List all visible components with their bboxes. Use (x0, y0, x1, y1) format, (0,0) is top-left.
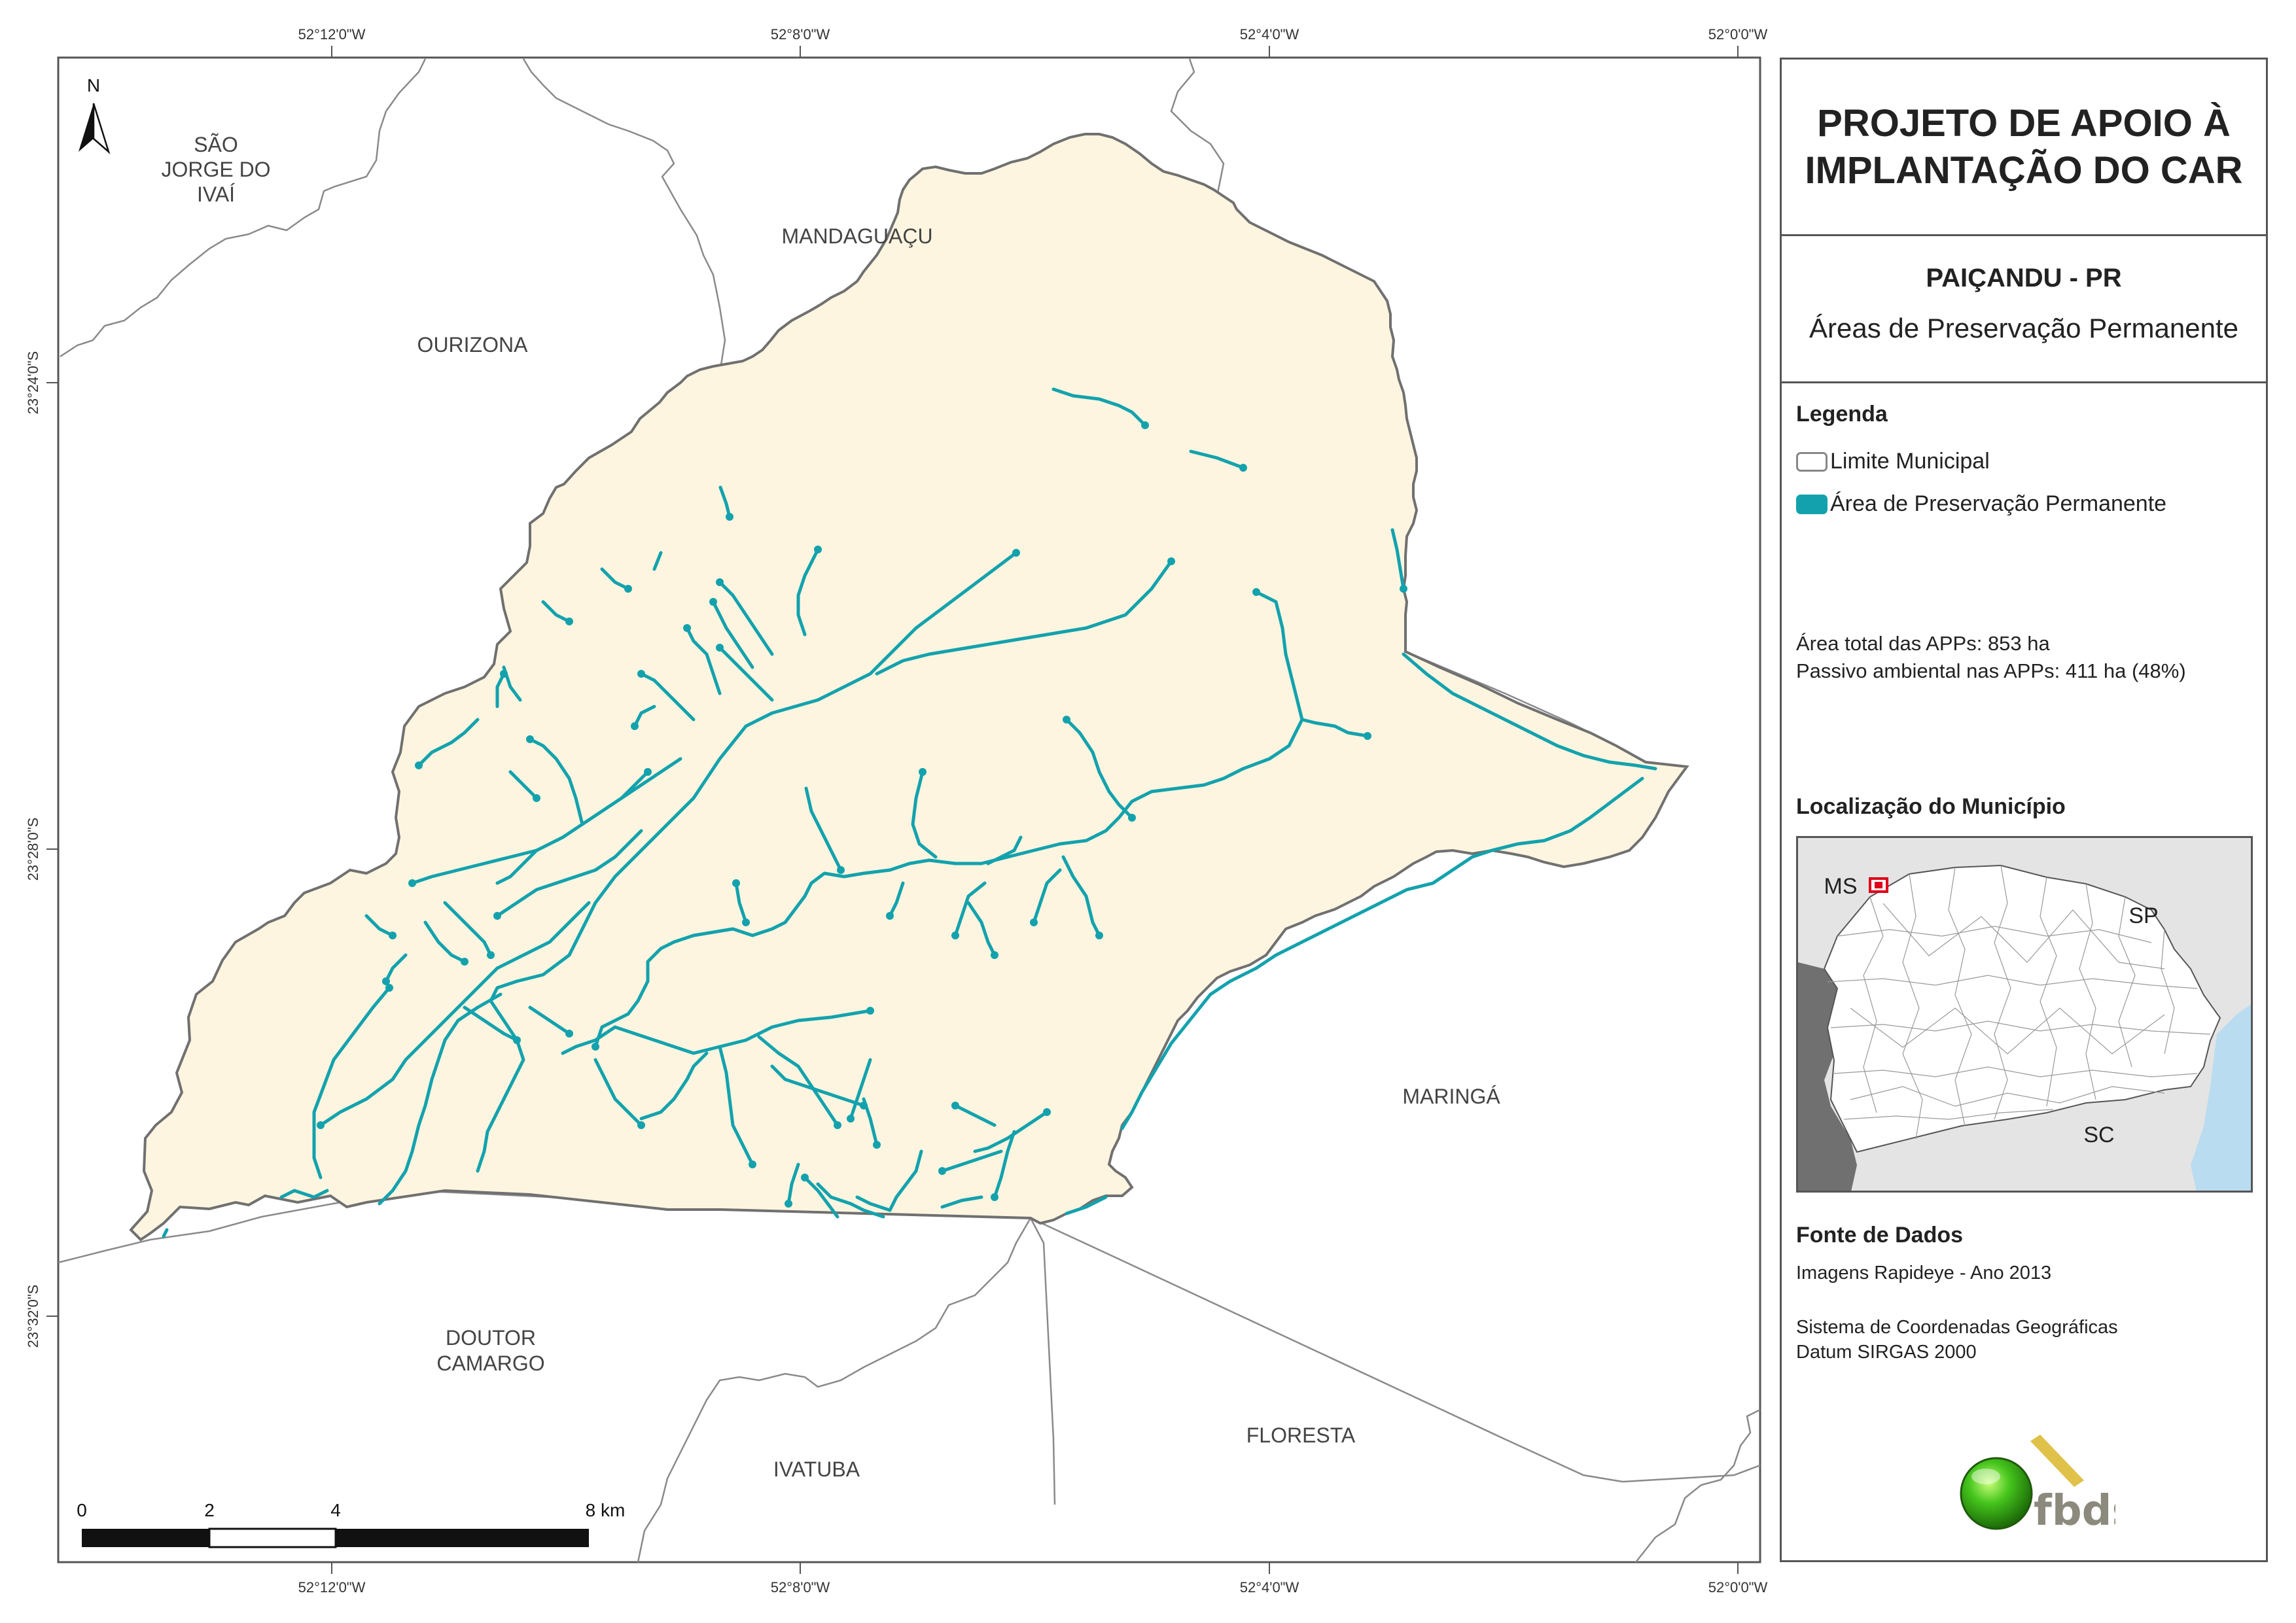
label-ms: MS (1824, 874, 1858, 899)
lat-label: 23°32'0"S (25, 1285, 41, 1348)
lat-label: 23°28'0"S (25, 818, 41, 881)
label-mandaguacu: MANDAGUAÇU (781, 224, 932, 248)
lon-label-top: 52°8'0"W (771, 26, 830, 43)
location-inset-map: MS SP SC (1796, 836, 2253, 1193)
source-line-imagery: Imagens Rapideye - Ano 2013 (1796, 1263, 2052, 1283)
parana-inset: MS SP SC (1798, 838, 2251, 1191)
label-sc: SC (2083, 1123, 2114, 1147)
label-doutor-camargo: DOUTOR (446, 1326, 536, 1350)
municipality-name: PAIÇANDU - PR (1926, 264, 2122, 292)
label-sp: SP (2128, 903, 2158, 928)
title-section: PROJETO DE APOIO À IMPLANTAÇÃO DO CAR (1782, 60, 2266, 236)
label-floresta: FLORESTA (1246, 1423, 1356, 1447)
label-maringa: MARINGÁ (1402, 1085, 1500, 1108)
scale-label-4: 4 (330, 1500, 341, 1520)
label-doutor-camargo: CAMARGO (436, 1352, 544, 1375)
lat-label: 23°24'0"S (25, 351, 41, 415)
boundary-swatch-icon (1796, 451, 1828, 472)
scale-label-2: 2 (204, 1500, 215, 1520)
svg-text:N: N (87, 75, 100, 96)
scale-label-0: 0 (77, 1500, 87, 1520)
map-theme: Áreas de Preservação Permanente (1809, 313, 2239, 343)
lon-label-top: 52°4'0"W (1240, 26, 1299, 43)
lon-label-bottom: 52°4'0"W (1240, 1579, 1299, 1596)
lon-label-top: 52°12'0"W (298, 26, 366, 43)
label-ourizona: OURIZONA (417, 333, 529, 357)
legend-section: Legenda Limite Municipal Área de Preserv… (1782, 383, 2266, 1248)
legend-item-boundary: Limite Municipal (1796, 449, 1990, 474)
lon-label-bottom: 52°12'0"W (298, 1579, 366, 1596)
logo-text: fbds (2034, 1487, 2115, 1535)
label-sao-jorge: IVAÍ (197, 183, 235, 206)
legend-item-app: Área de Preservação Permanente (1796, 491, 2166, 517)
fbds-logo: fbds (1945, 1433, 2137, 1538)
label-sao-jorge: SÃO (194, 133, 238, 156)
lon-label-bottom: 52°0'0"W (1708, 1579, 1768, 1596)
app-swatch-icon (1796, 494, 1828, 514)
scale-label-8: 8 km (586, 1500, 626, 1520)
stat-passivo: Passivo ambiental nas APPs: 411 ha (48%) (1796, 659, 2186, 682)
legend-heading: Legenda (1796, 402, 1888, 427)
subtitle-section: PAIÇANDU - PR Áreas de Preservação Perma… (1782, 236, 2266, 383)
lon-label-top: 52°0'0"W (1708, 26, 1768, 43)
sources-heading: Fonte de Dados (1796, 1223, 1964, 1248)
stat-total-app: Área total das APPs: 853 ha (1796, 632, 2050, 655)
label-sao-jorge: JORGE DO (161, 158, 270, 181)
label-ivatuba: IVATUBA (773, 1457, 860, 1481)
source-line-datum: Datum SIRGAS 2000 (1796, 1342, 1977, 1363)
map-layout-panel: PROJETO DE APOIO À IMPLANTAÇÃO DO CAR PAI… (1780, 58, 2268, 1562)
source-line-crs: Sistema de Coordenadas Geográficas (1796, 1317, 2118, 1338)
logo-ball-icon (1960, 1457, 2033, 1530)
location-heading: Localização do Município (1796, 794, 2066, 819)
lon-label-bottom: 52°8'0"W (771, 1579, 830, 1596)
project-title: PROJETO DE APOIO À IMPLANTAÇÃO DO CAR (1805, 101, 2243, 192)
